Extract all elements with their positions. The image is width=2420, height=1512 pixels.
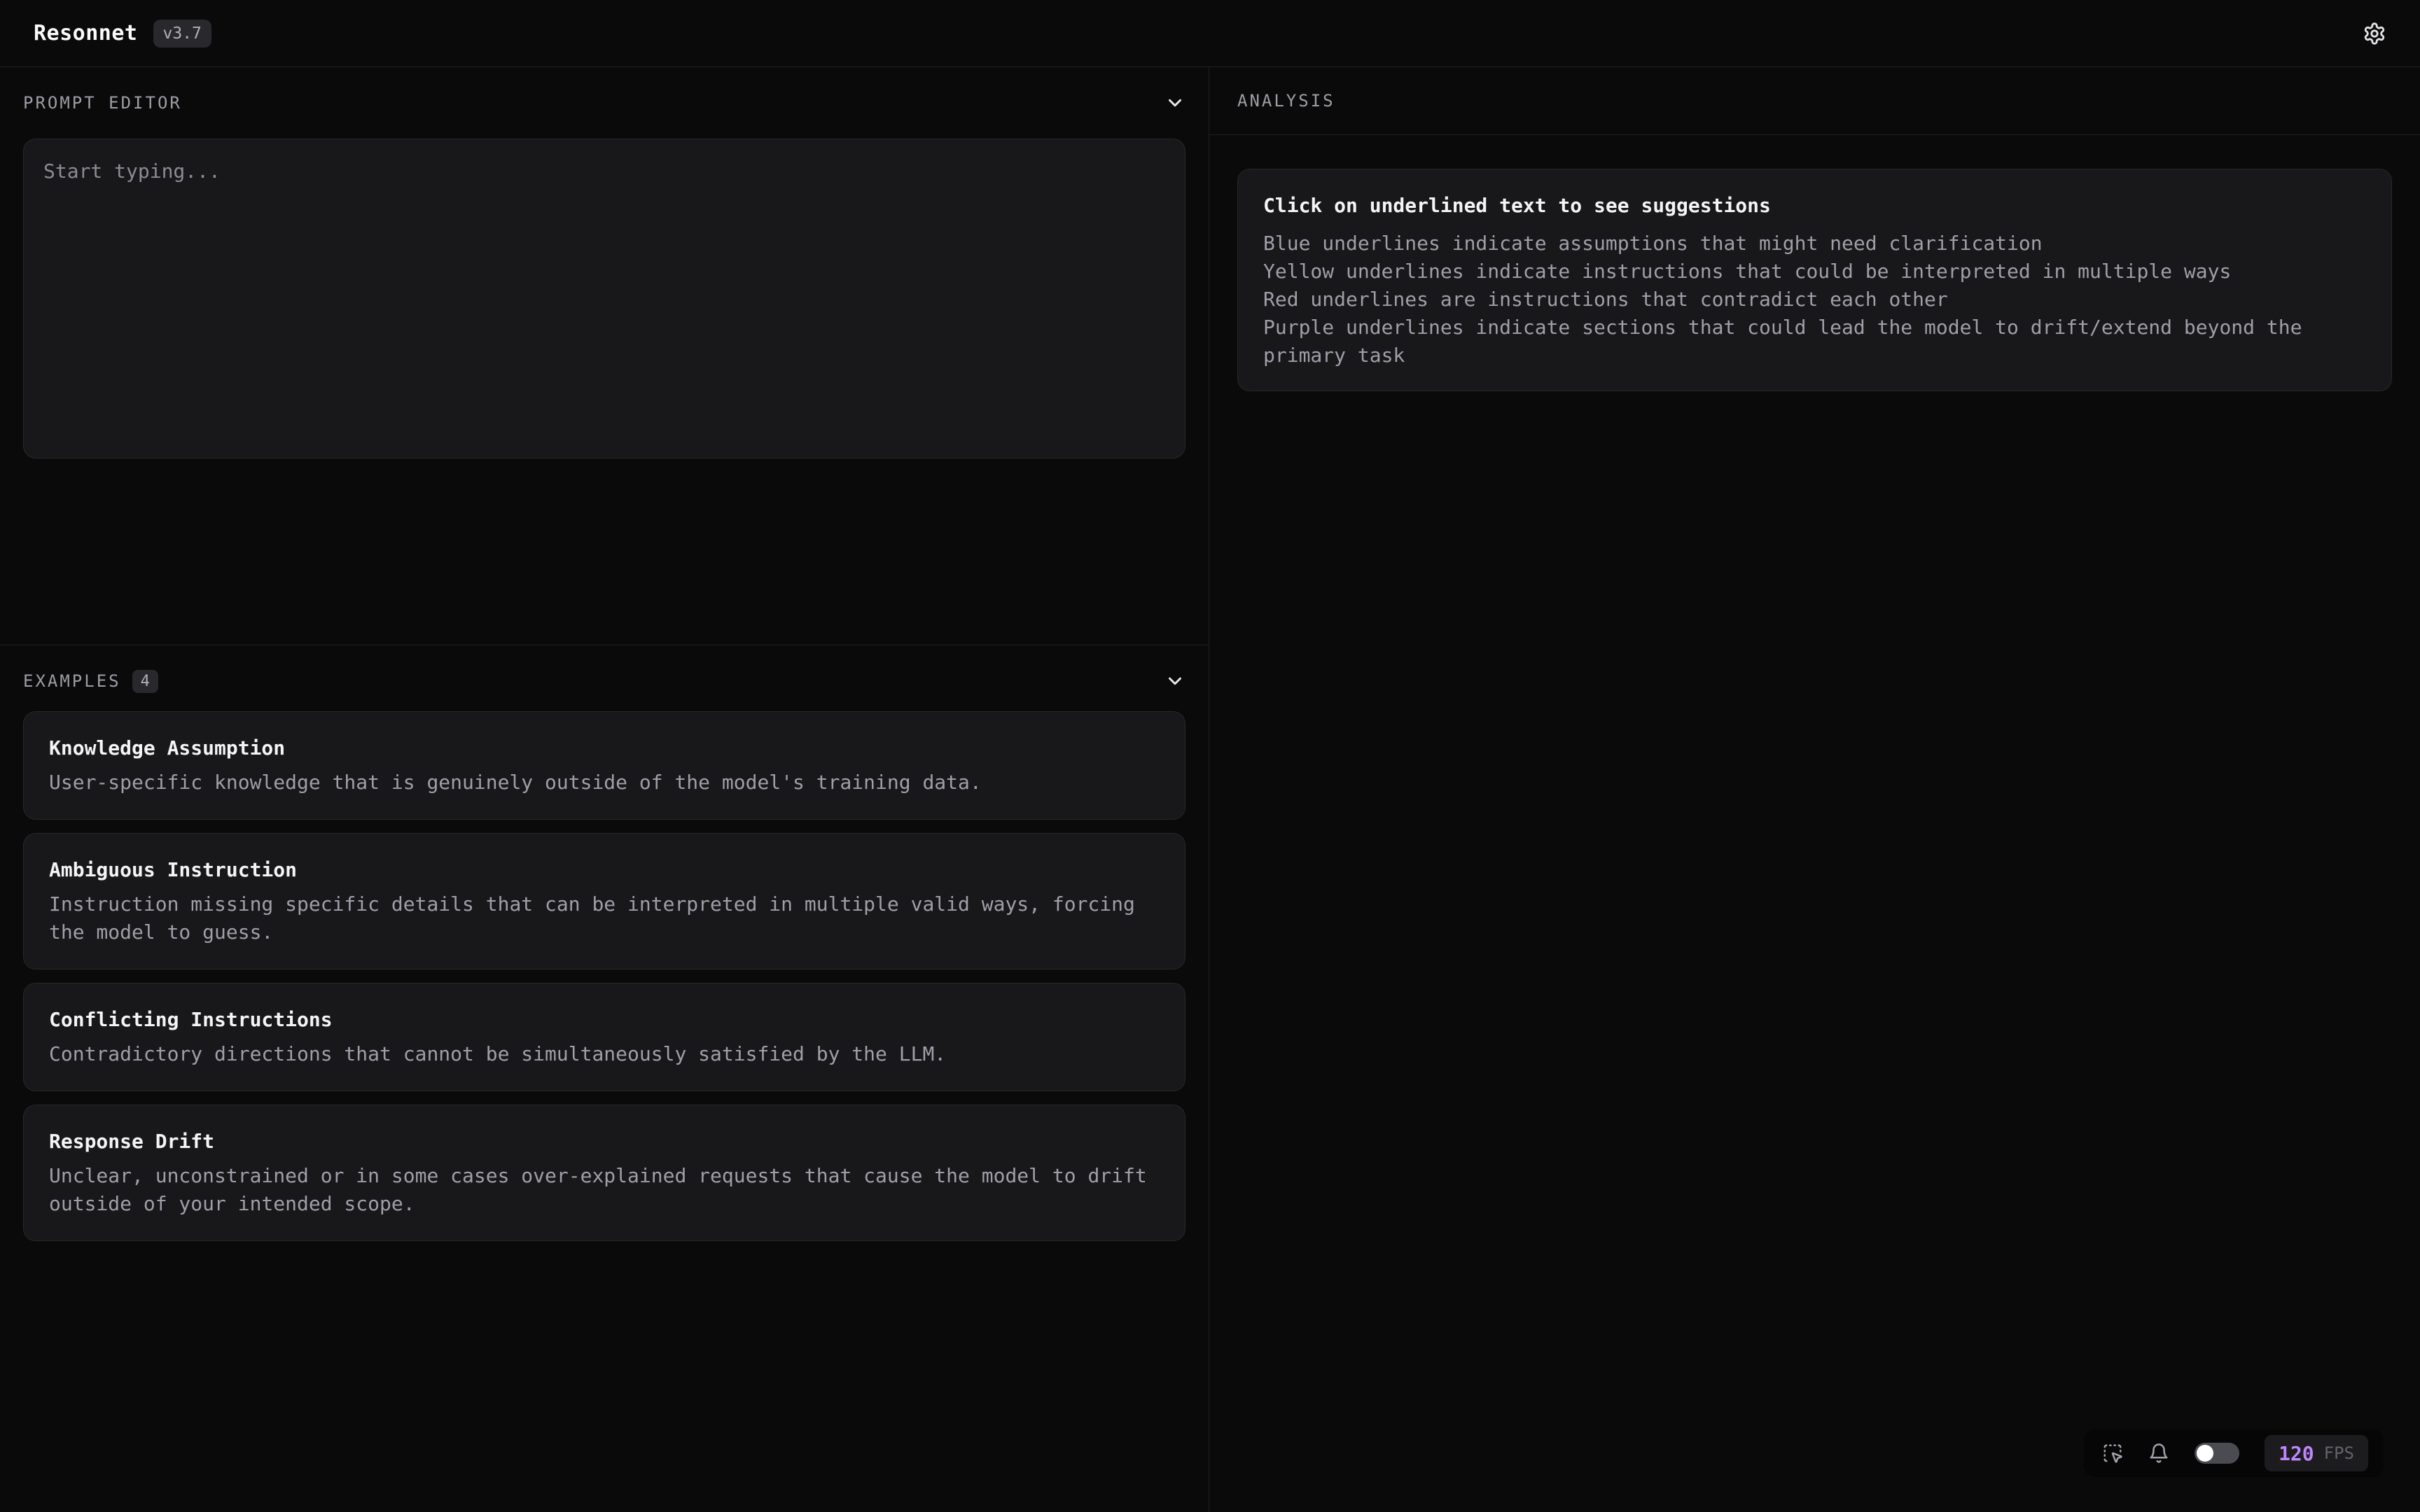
app-title: Resonnet (34, 21, 138, 46)
theme-toggle[interactable] (2195, 1443, 2239, 1464)
selection-tool-icon (2102, 1443, 2123, 1464)
prompt-editor-label: PROMPT EDITOR (23, 93, 182, 113)
card-title: Response Drift (49, 1128, 1160, 1156)
fps-badge: 120 FPS (2265, 1435, 2368, 1471)
analysis-panel: ANALYSIS Click on underlined text to see… (1209, 67, 2420, 1512)
example-card-conflicting-instructions[interactable]: Conflicting Instructions Contradictory d… (23, 983, 1185, 1091)
analysis-line-red: Red underlines are instructions that con… (1263, 286, 2366, 314)
fps-unit: FPS (2324, 1443, 2354, 1463)
prompt-input[interactable] (23, 139, 1185, 458)
prompt-editor-section: PROMPT EDITOR (0, 67, 1209, 645)
card-title: Ambiguous Instruction (49, 856, 1160, 884)
bell-icon (2148, 1443, 2169, 1464)
card-title: Conflicting Instructions (49, 1006, 1160, 1034)
card-description: Unclear, unconstrained or in some cases … (49, 1162, 1160, 1218)
analysis-body: Click on underlined text to see suggesti… (1209, 135, 2420, 425)
card-description: Instruction missing specific details tha… (49, 890, 1160, 946)
analysis-info-card: Click on underlined text to see suggesti… (1237, 169, 2392, 391)
analysis-card-title: Click on underlined text to see suggesti… (1263, 190, 2366, 221)
analysis-header: ANALYSIS (1209, 67, 2420, 135)
examples-count-badge: 4 (132, 670, 158, 693)
gear-icon (2363, 22, 2386, 46)
analysis-line-blue: Blue underlines indicate assumptions tha… (1263, 230, 2366, 258)
fps-value: 120 (2279, 1442, 2314, 1465)
example-card-knowledge-assumption[interactable]: Knowledge Assumption User-specific knowl… (23, 711, 1185, 820)
chevron-down-icon[interactable] (1164, 671, 1185, 692)
version-badge: v3.7 (153, 20, 211, 48)
settings-button[interactable] (2363, 22, 2386, 46)
chevron-down-icon[interactable] (1164, 92, 1185, 113)
card-title: Knowledge Assumption (49, 734, 1160, 762)
analysis-line-purple: Purple underlines indicate sections that… (1263, 314, 2366, 370)
selection-tool-button[interactable] (2102, 1443, 2123, 1464)
notifications-button[interactable] (2148, 1443, 2169, 1464)
analysis-label: ANALYSIS (1237, 91, 1335, 111)
status-toolbar: 120 FPS (2084, 1429, 2384, 1477)
left-panel: PROMPT EDITOR EXAMPLES 4 Knowledge Assum… (0, 67, 1209, 1512)
prompt-editor-header: PROMPT EDITOR (0, 67, 1209, 139)
top-bar: Resonnet v3.7 (0, 0, 2420, 67)
main-split: PROMPT EDITOR EXAMPLES 4 Knowledge Assum… (0, 67, 2420, 1512)
example-card-ambiguous-instruction[interactable]: Ambiguous Instruction Instruction missin… (23, 833, 1185, 969)
examples-section: EXAMPLES 4 Knowledge Assumption User-spe… (0, 645, 1209, 1241)
card-description: User-specific knowledge that is genuinel… (49, 769, 1160, 797)
example-card-list: Knowledge Assumption User-specific knowl… (23, 711, 1185, 1241)
examples-label: EXAMPLES (23, 671, 121, 691)
toggle-knob (2197, 1445, 2213, 1462)
example-card-response-drift[interactable]: Response Drift Unclear, unconstrained or… (23, 1105, 1185, 1241)
analysis-line-yellow: Yellow underlines indicate instructions … (1263, 258, 2366, 286)
examples-header: EXAMPLES 4 (0, 645, 1209, 711)
card-description: Contradictory directions that cannot be … (49, 1040, 1160, 1068)
